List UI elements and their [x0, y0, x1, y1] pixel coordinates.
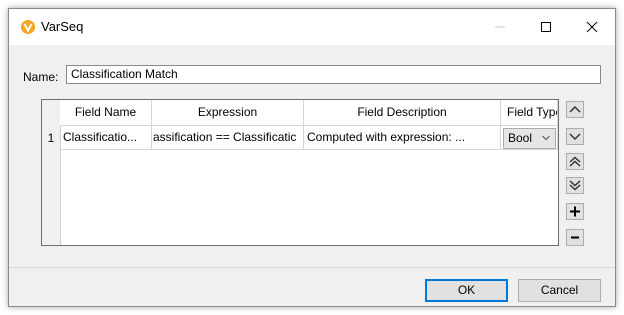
move-top-button[interactable]	[566, 153, 584, 170]
cell-field-name[interactable]: Classificatio...	[60, 126, 152, 150]
move-down-icon	[569, 133, 581, 141]
move-top-icon	[569, 156, 581, 167]
cell-field-description[interactable]: Computed with expression: ...	[304, 126, 501, 150]
remove-button[interactable]	[566, 229, 584, 246]
chevron-down-icon	[542, 135, 550, 141]
column-header-field-description[interactable]: Field Description	[304, 100, 501, 126]
field-type-value: Bool	[508, 131, 533, 145]
move-down-button[interactable]	[566, 128, 584, 145]
close-button[interactable]	[569, 9, 615, 45]
add-icon	[570, 206, 580, 217]
move-up-button[interactable]	[566, 101, 584, 118]
title-bar: VarSeq	[9, 9, 615, 45]
ok-button[interactable]: OK	[425, 279, 508, 302]
column-header-expression[interactable]: Expression	[152, 100, 304, 126]
fields-table: Field Name Expression Field Description …	[41, 99, 559, 246]
footer-divider	[9, 267, 615, 268]
name-field[interactable]: Classification Match	[66, 65, 601, 84]
column-header-field-type[interactable]: Field Type	[501, 100, 558, 126]
dialog-window: VarSeq Name: Classification Match Field …	[8, 8, 616, 307]
window-title: VarSeq	[41, 19, 84, 34]
field-type-select[interactable]: Bool	[503, 128, 556, 149]
minimize-button[interactable]	[477, 9, 523, 45]
move-up-icon	[569, 105, 581, 113]
row-header-column	[42, 100, 61, 245]
cell-expression[interactable]: assification == Classificatic	[152, 126, 304, 150]
minimize-icon	[495, 26, 505, 28]
remove-icon	[571, 236, 579, 239]
close-icon	[586, 21, 598, 33]
maximize-icon	[541, 22, 551, 32]
move-bottom-icon	[569, 180, 581, 191]
move-bottom-button[interactable]	[566, 177, 584, 194]
row-number: 1	[47, 131, 55, 145]
add-button[interactable]	[566, 203, 584, 220]
varseq-logo-icon	[21, 20, 35, 34]
cancel-button[interactable]: Cancel	[518, 279, 601, 302]
name-label: Name:	[23, 70, 59, 84]
maximize-button[interactable]	[523, 9, 569, 45]
column-header-field-name[interactable]: Field Name	[60, 100, 152, 126]
